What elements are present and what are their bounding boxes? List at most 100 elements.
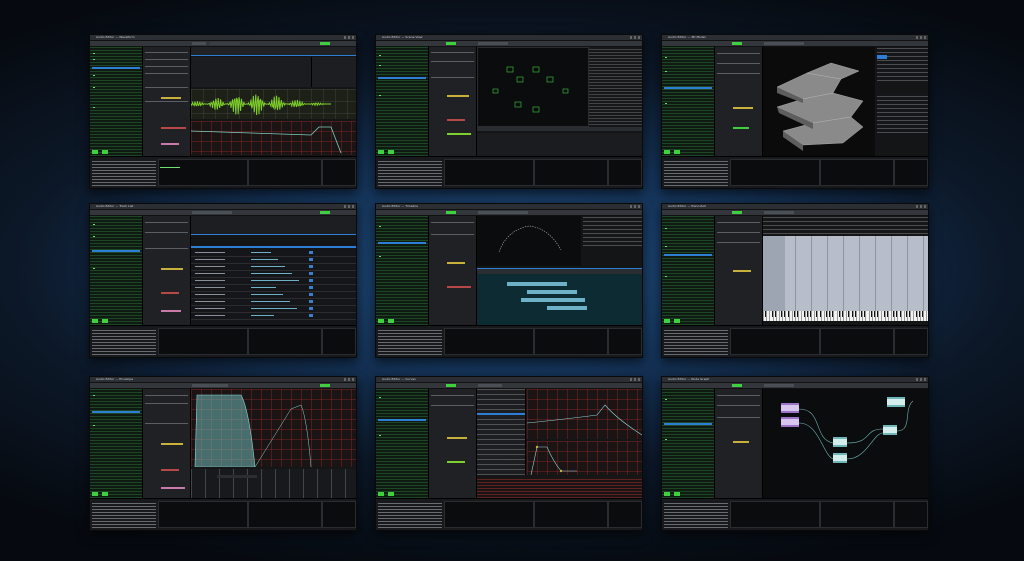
clip[interactable]	[527, 290, 577, 294]
panel-buttons[interactable]	[92, 150, 140, 154]
clip[interactable]	[521, 298, 585, 302]
slider[interactable]	[161, 143, 179, 145]
piano-keyboard[interactable]	[763, 311, 928, 321]
folder-icon	[93, 107, 95, 108]
slider[interactable]	[161, 97, 181, 99]
track-row[interactable]	[191, 278, 356, 285]
console-log	[92, 159, 156, 186]
bottom-panel	[90, 325, 356, 357]
envelope-view[interactable]	[191, 389, 356, 498]
tab-active[interactable]	[192, 384, 228, 387]
project-tree[interactable]	[90, 47, 143, 156]
properties-panel	[143, 389, 191, 498]
selected-row[interactable]	[378, 242, 426, 244]
selected-row[interactable]	[378, 419, 426, 421]
panel-buttons[interactable]	[92, 492, 140, 496]
track-row[interactable]	[191, 264, 356, 271]
track-row[interactable]	[191, 271, 356, 278]
window-title: Audio Editor — Timeline	[382, 204, 419, 208]
project-tree[interactable]	[662, 47, 715, 156]
window-controls[interactable]	[630, 378, 640, 381]
properties-panel	[429, 47, 477, 156]
track-row[interactable]	[191, 250, 356, 257]
tab-active[interactable]	[764, 384, 794, 387]
play-button[interactable]	[320, 42, 330, 45]
timeline-view[interactable]	[477, 216, 642, 325]
panel-buttons[interactable]	[378, 492, 426, 496]
window-controls[interactable]	[630, 36, 640, 39]
tab-active[interactable]	[478, 211, 528, 214]
piano-roll-view[interactable]	[763, 216, 928, 325]
window-controls[interactable]	[344, 36, 354, 39]
tab-active[interactable]	[478, 384, 502, 387]
panel-buttons[interactable]	[664, 319, 712, 323]
window-controls[interactable]	[344, 378, 354, 381]
curves-view[interactable]	[477, 389, 642, 498]
tab-active[interactable]	[192, 211, 232, 214]
selected-row[interactable]	[378, 77, 426, 79]
node	[781, 397, 905, 463]
console-log	[378, 159, 442, 186]
project-tree[interactable]	[90, 216, 143, 325]
panel-buttons[interactable]	[92, 319, 140, 323]
play-button[interactable]	[732, 384, 742, 387]
track-row[interactable]	[191, 292, 356, 299]
play-button[interactable]	[446, 211, 456, 214]
panel-buttons[interactable]	[664, 492, 712, 496]
play-button[interactable]	[732, 42, 742, 45]
tab-active[interactable]	[478, 42, 508, 45]
tab-active[interactable]	[764, 42, 804, 45]
screenshot-piano-roll: Audio Editor — Piano Roll	[661, 203, 929, 358]
window-controls[interactable]	[344, 205, 354, 208]
track-row[interactable]	[191, 257, 356, 264]
play-button[interactable]	[446, 384, 456, 387]
bottom-panel	[90, 498, 356, 530]
scene-view[interactable]	[477, 47, 642, 156]
tab-active[interactable]	[764, 211, 794, 214]
properties-panel	[429, 216, 477, 325]
tab[interactable]	[210, 42, 240, 45]
selected-row[interactable]	[664, 87, 712, 89]
play-button[interactable]	[320, 211, 330, 214]
track-row[interactable]	[191, 313, 356, 320]
console-log	[92, 328, 156, 355]
selected-row[interactable]	[92, 67, 140, 69]
screenshot-scene-view: Audio Editor — Scene View	[375, 34, 643, 189]
play-button[interactable]	[320, 384, 330, 387]
window-controls[interactable]	[916, 378, 926, 381]
window-controls[interactable]	[916, 36, 926, 39]
track-row[interactable]	[191, 299, 356, 306]
play-button[interactable]	[732, 211, 742, 214]
track-row[interactable]	[191, 285, 356, 292]
clip[interactable]	[547, 306, 587, 310]
model-view[interactable]	[763, 47, 928, 156]
selected-row[interactable]	[664, 423, 712, 425]
tab-active[interactable]	[192, 42, 206, 45]
selected-row[interactable]	[92, 250, 140, 252]
console-log	[664, 159, 728, 186]
project-tree[interactable]	[90, 389, 143, 498]
node-graph-view[interactable]	[763, 389, 928, 498]
clip[interactable]	[507, 282, 567, 286]
project-tree[interactable]	[662, 216, 715, 325]
track-list[interactable]	[191, 216, 356, 325]
selected-row[interactable]	[664, 254, 712, 256]
window-title: Audio Editor — Node Graph	[668, 377, 710, 381]
screenshot-timeline: Audio Editor — Timeline	[375, 203, 643, 358]
note-grid[interactable]	[763, 236, 928, 311]
window-controls[interactable]	[630, 205, 640, 208]
project-tree[interactable]	[662, 389, 715, 498]
slider[interactable]	[161, 127, 186, 129]
window-controls[interactable]	[916, 205, 926, 208]
selected-row[interactable]	[92, 411, 140, 413]
panel-buttons[interactable]	[378, 319, 426, 323]
waveform-view[interactable]	[191, 47, 356, 156]
project-tree[interactable]	[376, 47, 429, 156]
panel-buttons[interactable]	[378, 150, 426, 154]
panel-buttons[interactable]	[664, 150, 712, 154]
track-row[interactable]	[191, 306, 356, 313]
project-tree[interactable]	[376, 389, 429, 498]
project-tree[interactable]	[376, 216, 429, 325]
curve-graph-top	[527, 404, 642, 436]
play-button[interactable]	[446, 42, 456, 45]
